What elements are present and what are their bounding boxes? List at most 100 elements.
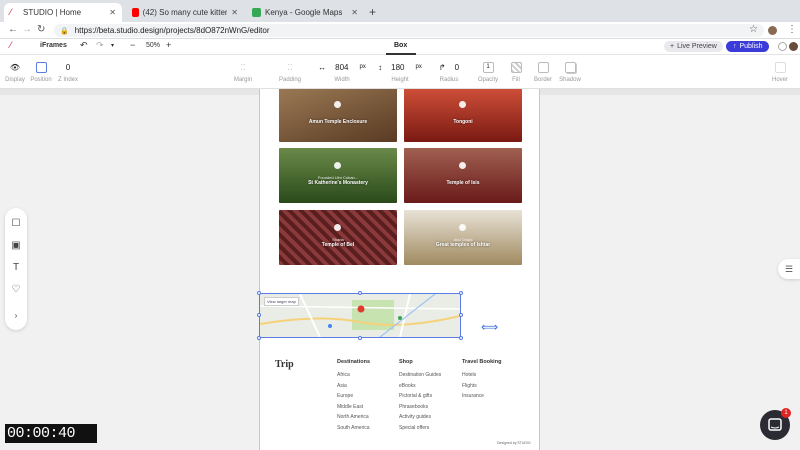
zoom-in-icon[interactable]: + [166, 40, 171, 50]
box-tool-icon[interactable]: ☐ [5, 218, 27, 229]
footer-link[interactable]: South America [337, 425, 370, 431]
footer-link[interactable]: Hotels [462, 372, 501, 378]
add-collaborator-icon[interactable] [778, 42, 787, 51]
opacity-input[interactable]: 1 [482, 61, 494, 73]
card-great-temples[interactable]: Abu Dhabi Great temples of Ishtar [404, 210, 522, 265]
footer-link[interactable]: Middle East [337, 404, 370, 410]
card-st-katherine[interactable]: Founded Ulm Cuban... St Katherine's Mona… [279, 148, 397, 203]
resize-handle[interactable] [257, 291, 261, 295]
studio-logo-icon[interactable]: ⁄ [10, 40, 12, 50]
card-tongoni[interactable]: Tongoni [404, 89, 522, 142]
tab-title: Kenya - Google Maps [265, 8, 343, 17]
display-label: Display [5, 77, 25, 83]
url-input[interactable]: 🔒 https://beta.studio.design/projects/8d… [54, 24, 764, 37]
position-control[interactable]: Position [30, 60, 52, 83]
margin-control[interactable]: ⁚⁚ Margin [229, 60, 257, 84]
footer-link[interactable]: Africa [337, 372, 370, 378]
width-unit[interactable]: px [360, 64, 366, 70]
radius-control[interactable]: ↱ 0 Radius [434, 60, 464, 84]
forward-icon[interactable]: → [22, 24, 32, 35]
resize-handle[interactable] [459, 291, 463, 295]
radius-label: Radius [439, 77, 459, 83]
height-input[interactable]: 180 [391, 63, 404, 72]
opacity-control[interactable]: 1 Opacity [477, 60, 499, 83]
layers-panel-toggle-icon[interactable]: ☰ [778, 259, 800, 279]
zoom-out-icon[interactable]: − [130, 40, 135, 50]
publish-button[interactable]: ↑ Publish [726, 41, 770, 52]
pin-icon [334, 162, 341, 169]
padding-control[interactable]: ⁚⁚ Padding [276, 60, 304, 84]
close-icon[interactable]: ✕ [351, 8, 358, 17]
user-avatar[interactable] [789, 42, 798, 51]
live-preview-button[interactable]: + Live Preview [664, 41, 723, 52]
expand-chevron-icon[interactable]: › [5, 311, 27, 320]
footer-heading: Travel Booking [462, 359, 502, 365]
footer-logo[interactable]: Trip [275, 359, 294, 370]
footer-link[interactable]: Phrasebooks [399, 404, 441, 410]
back-icon[interactable]: ← [8, 24, 18, 35]
tab-youtube[interactable]: (42) So many cute kittens vide... ✕ [126, 3, 244, 22]
lock-icon: 🔒 [60, 27, 69, 35]
avatar[interactable] [768, 26, 777, 35]
property-bar: 👁 Display Position 0 Z Index ⁚⁚ Margin ⁚… [0, 55, 800, 89]
footer-link[interactable]: Pictorial & gifts [399, 393, 441, 399]
footer-link[interactable]: Special offers [399, 425, 441, 431]
card-temple-of-isis[interactable]: Temple of Isis [404, 148, 522, 203]
card-label: Temple of Bel [321, 242, 355, 248]
hover-control[interactable]: Hover [769, 60, 791, 83]
zindex-control[interactable]: 0 Z Index [58, 60, 78, 84]
pin-icon [459, 101, 466, 108]
shadow-control[interactable]: Shadow [559, 60, 581, 83]
tab-google-maps[interactable]: Kenya - Google Maps ✕ [246, 3, 364, 22]
footer-link[interactable]: North America [337, 414, 370, 420]
card-label: Tongoni [453, 119, 473, 125]
history-dropdown-icon[interactable]: ▾ [111, 42, 114, 49]
height-unit[interactable]: px [416, 64, 422, 70]
fill-control[interactable]: Fill [505, 60, 527, 83]
resize-handle[interactable] [459, 336, 463, 340]
zindex-value[interactable]: 0 [58, 60, 78, 74]
tab-studio-home[interactable]: ⁄ STUDIO | Home ✕ [4, 3, 122, 22]
close-icon[interactable]: ✕ [231, 8, 238, 17]
resize-handle[interactable] [358, 336, 362, 340]
zoom-level[interactable]: 50% [146, 42, 160, 49]
undo-icon[interactable]: ↶ [80, 40, 88, 51]
padding-label: Padding [278, 77, 302, 83]
radius-input[interactable]: 0 [455, 63, 459, 72]
close-icon[interactable]: ✕ [109, 8, 116, 17]
footer-link[interactable]: Insurance [462, 393, 501, 399]
tab-box[interactable]: Box [394, 42, 407, 49]
heart-icon[interactable]: ♡ [5, 284, 27, 295]
margin-icon: ⁚⁚ [240, 62, 246, 72]
height-control[interactable]: ↕ 180 px Height [374, 60, 426, 84]
footer-link[interactable]: Asia [337, 383, 370, 389]
redo-icon[interactable]: ↷ [96, 40, 104, 51]
card-temple-of-bel[interactable]: Sharia Temple of Bel [279, 210, 397, 265]
footer-link[interactable]: Destination Guides [399, 372, 441, 378]
menu-dots-icon[interactable]: ⋮ [787, 24, 797, 35]
footer-heading: Destinations [337, 359, 371, 365]
resize-handle[interactable] [257, 313, 261, 317]
width-label: Width [334, 77, 350, 83]
card-amun-temple[interactable]: Amun Temple Enclosure [279, 89, 397, 142]
footer-column-destinations: Destinations Africa Asia Europe Middle E… [337, 359, 370, 435]
resize-handle[interactable] [459, 313, 463, 317]
footer-link[interactable]: Europe [337, 393, 370, 399]
new-tab-icon[interactable]: + [369, 5, 376, 19]
display-control[interactable]: 👁 Display [5, 60, 25, 84]
width-control[interactable]: ↔ 804 px Width [316, 60, 368, 84]
footer-heading: Shop [399, 359, 413, 365]
reload-icon[interactable]: ↻ [37, 24, 45, 35]
footer-link[interactable]: eBooks [399, 383, 441, 389]
bookmark-star-icon[interactable]: ☆ [749, 24, 758, 35]
resize-handle[interactable] [358, 291, 362, 295]
text-tool-icon[interactable]: T [5, 262, 27, 273]
resize-handle[interactable] [257, 336, 261, 340]
pin-icon [459, 162, 466, 169]
image-tool-icon[interactable]: ▣ [5, 240, 27, 251]
footer-link[interactable]: Activity guides [399, 414, 441, 420]
border-control[interactable]: Border [532, 60, 554, 83]
footer-link[interactable]: Flights [462, 383, 501, 389]
pin-icon [334, 101, 341, 108]
width-input[interactable]: 804 [335, 63, 348, 72]
